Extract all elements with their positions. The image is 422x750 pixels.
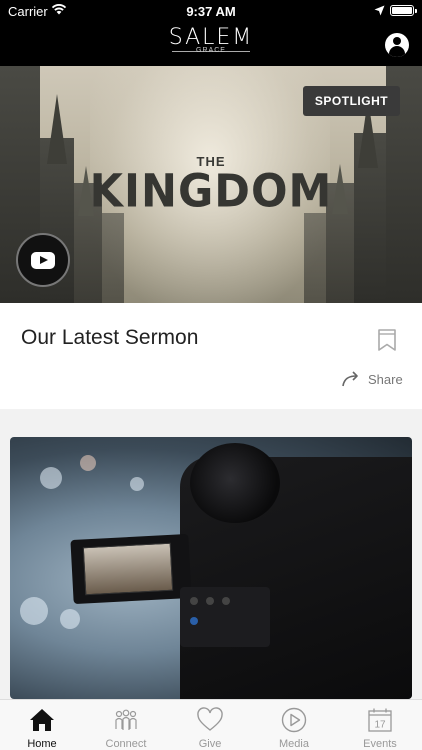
- user-circle-icon[interactable]: [385, 33, 409, 57]
- hero-banner[interactable]: THE KINGDOM SPOTLIGHT: [0, 66, 422, 303]
- calendar-icon: 17: [368, 708, 392, 732]
- play-circle-icon: [281, 707, 307, 733]
- share-label: Share: [368, 372, 403, 387]
- battery-icon: [390, 5, 417, 16]
- svg-text:17: 17: [374, 720, 386, 731]
- home-icon: [30, 709, 54, 731]
- people-icon: [115, 709, 137, 730]
- heart-icon: [197, 707, 223, 731]
- share-arrow-icon: [342, 371, 358, 387]
- bookmark-icon[interactable]: [378, 329, 396, 351]
- youtube-play-icon[interactable]: [16, 233, 70, 287]
- media-card-image[interactable]: [10, 437, 412, 699]
- hero-title: KINGDOM: [89, 165, 333, 219]
- status-bar: Carrier 9:37 AM: [0, 0, 422, 22]
- tab-bar: Home Connect Give Media 17 Events: [0, 699, 422, 750]
- brand-subtitle: GRACE: [196, 47, 226, 54]
- tab-connect[interactable]: Connect: [84, 700, 168, 750]
- brand-logo[interactable]: SALEM: [0, 27, 422, 49]
- tab-give[interactable]: Give: [168, 700, 252, 750]
- tab-home[interactable]: Home: [0, 700, 84, 750]
- tab-media[interactable]: Media: [252, 700, 336, 750]
- sermon-title: Our Latest Sermon: [21, 326, 199, 349]
- latest-sermon-card[interactable]: Our Latest Sermon Share: [0, 303, 422, 409]
- location-arrow-icon: [374, 5, 385, 16]
- spotlight-badge: SPOTLIGHT: [303, 86, 400, 116]
- tab-events[interactable]: 17 Events: [338, 700, 422, 750]
- clock: 9:37 AM: [186, 4, 236, 19]
- top-bar: Carrier 9:37 AM SALEM GRACE: [0, 0, 422, 66]
